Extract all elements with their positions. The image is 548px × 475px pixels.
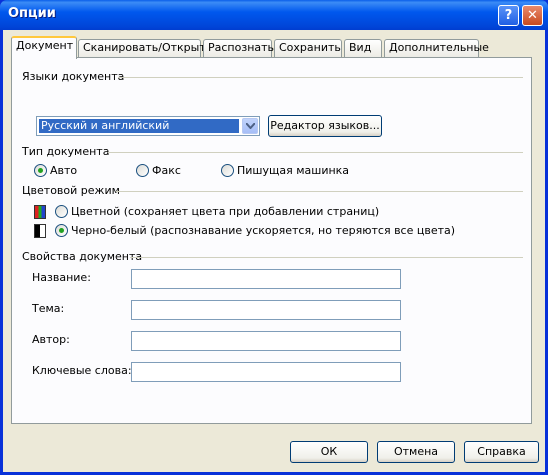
properties-group-label: Свойства документа [22,250,143,263]
author-field-label: Автор: [32,333,70,346]
dialog-client: Документ Сканировать/Открыть Распознать … [3,30,545,472]
dropdown-arrow-icon[interactable] [242,118,258,134]
radio-typewriter-label[interactable]: Пишущая машинка [237,164,349,177]
tab-view[interactable]: Вид [344,39,382,57]
subject-field[interactable] [131,300,401,320]
tab-document[interactable]: Документ [11,36,77,59]
radio-auto[interactable] [34,164,47,177]
subject-field-label: Тема: [32,302,65,315]
title-field-label: Название: [32,271,91,284]
radio-typewriter[interactable] [221,164,234,177]
color-mode-icon [34,205,46,219]
radio-bw-label[interactable]: Черно-белый (распознавание ускоряется, н… [71,224,455,237]
window-title: Опции [8,6,56,21]
tab-recognize[interactable]: Распознать [203,39,274,57]
tab-scan-open[interactable]: Сканировать/Открыть [78,39,212,57]
radio-fax[interactable] [136,164,149,177]
doc-type-separator [108,152,523,153]
radio-color-label[interactable]: Цветной (сохраняет цвета при добавлении … [71,205,379,218]
keywords-field-label: Ключевые слова: [32,364,132,377]
close-button[interactable]: ✕ [522,5,543,26]
doc-type-group-label: Тип документа [22,145,110,158]
ok-button[interactable]: ОК [290,441,368,463]
radio-color[interactable] [55,205,68,218]
radio-auto-label[interactable]: Авто [50,164,77,177]
languages-group-label: Языки документа [22,70,125,83]
tab-advanced[interactable]: Дополнительные [384,39,489,57]
title-field[interactable] [131,269,401,289]
color-mode-group-label: Цветовой режим [22,184,120,197]
keywords-field[interactable] [131,362,401,382]
title-bar[interactable]: Опции ? ✕ [0,0,548,30]
options-dialog: Опции ? ✕ Документ Сканировать/Открыть Р… [0,0,548,475]
languages-separator [118,77,523,78]
color-mode-separator [116,191,523,192]
tab-panel-document: Языки документа Русский и английский Ред… [11,57,532,424]
help-button[interactable]: Справка [464,441,539,463]
help-title-button[interactable]: ? [498,5,519,26]
radio-bw[interactable] [55,224,68,237]
bw-mode-icon [34,224,46,238]
language-editor-button[interactable]: Редактор языков... [268,115,382,137]
radio-fax-label[interactable]: Факс [152,164,181,177]
language-select[interactable]: Русский и английский [36,116,260,136]
language-select-value: Русский и английский [39,119,239,133]
cancel-button[interactable]: Отмена [377,441,455,463]
properties-separator [130,257,523,258]
tab-save[interactable]: Сохранить [274,39,342,57]
author-field[interactable] [131,331,401,351]
